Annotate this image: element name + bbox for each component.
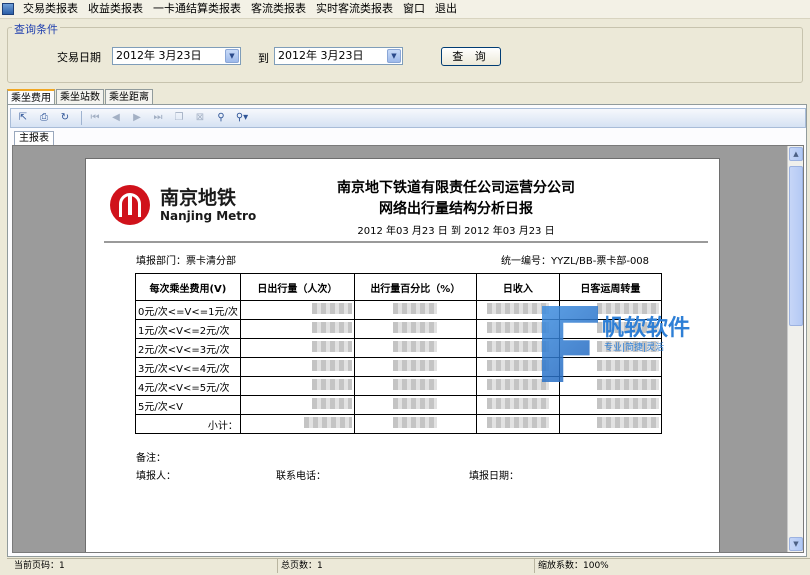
menu-card-settlement[interactable]: 一卡通结算类报表 xyxy=(148,0,246,18)
logo-english: Nanjing Metro xyxy=(160,209,257,223)
total-pages-status: 总页数：1 xyxy=(277,559,323,573)
toolbar-separator xyxy=(81,111,82,125)
fanruan-logo-icon xyxy=(542,306,598,382)
redacted-cell xyxy=(353,376,477,396)
trade-date-label: 交易日期 xyxy=(57,51,101,64)
current-page-status: 当前页码：1 xyxy=(14,561,65,571)
to-label: 到 xyxy=(258,52,269,65)
menu-passenger-flow[interactable]: 客流类报表 xyxy=(246,0,311,18)
redacted-cell xyxy=(239,357,355,377)
col-header-revenue: 日收入 xyxy=(475,273,560,301)
query-group-title: 查询条件 xyxy=(12,21,60,37)
fare-range-cell: 4元/次<V<=5元/次 xyxy=(135,376,241,396)
redacted-cell xyxy=(239,376,355,396)
viewer-toolbar: ⇱ ⎙ ↻ ⏮ ◀ ▶ ⏭ ❐ ⊠ ⚲ ⚲▾ xyxy=(10,108,806,128)
from-date-value: 2012年 3月23日 xyxy=(116,49,202,62)
vertical-scrollbar[interactable]: ▲ ▼ xyxy=(787,146,803,552)
watermark-name: 帆软软件 xyxy=(602,316,691,341)
nanjing-metro-logo-icon xyxy=(110,185,150,225)
report-title-company: 南京地下铁道有限责任公司运营分公司 xyxy=(337,180,575,196)
report-code: 统一编号：YYZL/BB-票卡部-008 xyxy=(501,256,650,267)
prev-page-icon[interactable]: ◀ xyxy=(107,110,125,126)
redacted-cell xyxy=(475,414,560,434)
redacted-cell xyxy=(353,338,477,358)
report-divider xyxy=(104,241,708,243)
menu-realtime-flow[interactable]: 实时客流类报表 xyxy=(311,0,398,18)
fare-range-cell: 1元/次<V<=2元/次 xyxy=(135,319,241,339)
zoom-dropdown-icon[interactable]: ⚲▾ xyxy=(233,110,251,126)
fare-range-cell: 3元/次<V<=4元/次 xyxy=(135,357,241,377)
watermark-slogan: 专业|简捷|灵活 xyxy=(604,343,665,353)
fare-range-cell: 5元/次<V xyxy=(135,395,241,415)
redacted-cell xyxy=(353,300,477,320)
query-button[interactable]: 查 询 xyxy=(441,47,501,66)
redacted-cell xyxy=(239,338,355,358)
logo-chinese: 南京地铁 xyxy=(160,187,237,209)
col-header-trips: 日出行量（人次） xyxy=(239,273,355,301)
report-dept: 填报部门：票卡清分部 xyxy=(136,256,236,267)
chevron-down-icon[interactable]: ▼ xyxy=(387,49,401,63)
redacted-cell xyxy=(239,414,355,434)
refresh-icon[interactable]: ↻ xyxy=(56,110,74,126)
tab-distance[interactable]: 乘坐距离 xyxy=(105,89,153,105)
redacted-cell xyxy=(558,414,662,434)
table-header-row: 每次乘坐费用(V) 日出行量（人次） 出行量百分比（%） 日收入 日客运周转量 xyxy=(135,273,662,301)
redacted-cell xyxy=(353,414,477,434)
redacted-cell xyxy=(239,300,355,320)
report-title-name: 网络出行量结构分析日报 xyxy=(379,201,533,217)
to-date-picker[interactable]: 2012年 3月23日 ▼ xyxy=(274,47,403,65)
zoom-status: 缩放系数：100% xyxy=(534,559,609,573)
fare-range-cell: 2元/次<V<=3元/次 xyxy=(135,338,241,358)
remark-label: 备注： xyxy=(136,453,166,464)
scroll-up-icon[interactable]: ▲ xyxy=(789,147,803,161)
col-header-percent: 出行量百分比（%） xyxy=(353,273,477,301)
menu-window[interactable]: 窗口 xyxy=(398,0,430,18)
redacted-cell xyxy=(239,319,355,339)
col-header-turnover: 日客运周转量 xyxy=(558,273,662,301)
to-date-value: 2012年 3月23日 xyxy=(278,49,364,62)
phone-label: 联系电话： xyxy=(276,471,326,482)
menu-bar: 交易类报表 收益类报表 一卡通结算类报表 客流类报表 实时客流类报表 窗口 退出 xyxy=(0,0,810,19)
scroll-thumb[interactable] xyxy=(789,166,803,326)
report-tabs: 乘坐费用 乘坐站数 乘坐距离 xyxy=(7,89,154,106)
last-page-icon[interactable]: ⏭ xyxy=(149,110,167,126)
export-icon[interactable]: ⇱ xyxy=(14,110,32,126)
redacted-cell xyxy=(353,319,477,339)
reporter-label: 填报人： xyxy=(136,471,176,482)
status-bar: 当前页码：1 总页数：1 缩放系数：100% xyxy=(7,558,810,573)
first-page-icon[interactable]: ⏮ xyxy=(86,110,104,126)
copy-icon[interactable]: ❐ xyxy=(170,110,188,126)
menu-transactions[interactable]: 交易类报表 xyxy=(18,0,83,18)
query-group: 查询条件 交易日期 2012年 3月23日 ▼ 到 2012年 3月23日 ▼ … xyxy=(7,21,803,83)
redacted-cell xyxy=(353,357,477,377)
next-page-icon[interactable]: ▶ xyxy=(128,110,146,126)
subtotal-label: 小计： xyxy=(135,414,241,434)
fanruan-watermark: 帆软软件 专业|简捷|灵活 xyxy=(542,300,712,410)
tab-stations[interactable]: 乘坐站数 xyxy=(56,89,104,105)
main-report-tab[interactable]: 主报表 xyxy=(14,131,54,146)
menu-revenue[interactable]: 收益类报表 xyxy=(83,0,148,18)
table-subtotal-row: 小计： xyxy=(135,414,662,434)
menu-exit[interactable]: 退出 xyxy=(430,0,462,18)
col-header-fare: 每次乘坐费用(V) xyxy=(135,273,241,301)
report-date-range: 2012 年03 月23 日 到 2012 年03 月23 日 xyxy=(357,226,555,237)
app-icon xyxy=(2,3,14,15)
find-icon[interactable]: ⚲ xyxy=(212,110,230,126)
print-icon[interactable]: ⎙ xyxy=(35,110,53,126)
report-date-label: 填报日期： xyxy=(469,471,519,482)
redacted-cell xyxy=(239,395,355,415)
fare-range-cell: 0元/次<=V<=1元/次 xyxy=(135,300,241,320)
stop-icon[interactable]: ⊠ xyxy=(191,110,209,126)
chevron-down-icon[interactable]: ▼ xyxy=(225,49,239,63)
from-date-picker[interactable]: 2012年 3月23日 ▼ xyxy=(112,47,241,65)
redacted-cell xyxy=(353,395,477,415)
scroll-down-icon[interactable]: ▼ xyxy=(789,537,803,551)
